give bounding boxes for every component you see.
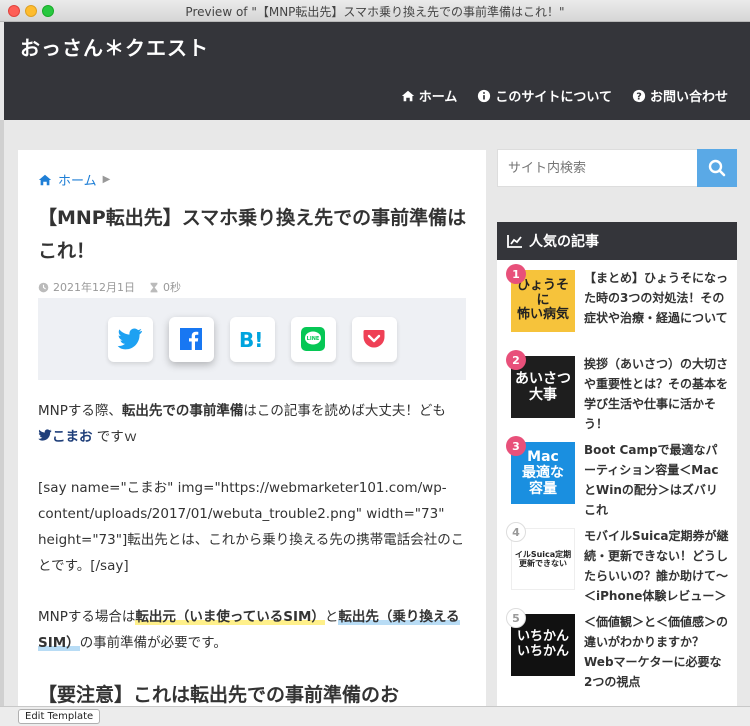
post-title: ＜価値観＞と＜価値感＞の違いがわかりますか？Webマーケターに必要な2つの視点: [584, 615, 729, 689]
question-icon: ?: [632, 89, 646, 102]
svg-text:LINE: LINE: [307, 336, 320, 342]
svg-text:B!: B!: [239, 329, 263, 349]
breadcrumb: ホーム ▶: [38, 170, 110, 189]
post-date-text: 2021年12月1日: [53, 281, 135, 294]
breadcrumb-home-link[interactable]: ホーム: [58, 170, 97, 189]
search-input[interactable]: [498, 150, 697, 186]
share-hatena-button[interactable]: B!: [229, 316, 275, 362]
thumbnail-text: ひょうそに 怖い病気: [516, 277, 569, 323]
share-line-button[interactable]: LINE: [290, 316, 336, 362]
facebook-icon: [180, 328, 202, 350]
pocket-icon: [363, 330, 385, 348]
read-time: 0秒: [149, 279, 181, 295]
site-title[interactable]: おっさん＊クエスト: [20, 32, 209, 61]
popular-posts-widget: 人気の記事 1 ひょうそに 怖い病気 【まとめ】ひょうそになった時の3つの対処法…: [497, 222, 737, 706]
page-content: ホーム ▶ 【MNP転出先】スマホ乗り換え先での事前準備はこれ！ 2021年12…: [0, 120, 750, 706]
article-meta: 2021年12月1日 0秒: [38, 279, 181, 295]
thumbnail-text: Mac 最適な 容量: [522, 448, 564, 498]
post-title: Boot Campで最適なパーティション容量＜MacとWinの配分＞はズバリこれ: [584, 443, 719, 517]
nav-home-label: ホーム: [418, 90, 458, 105]
main-article: ホーム ▶ 【MNP転出先】スマホ乗り換え先での事前準備はこれ！ 2021年12…: [18, 150, 486, 706]
read-time-text: 0秒: [163, 281, 181, 294]
paragraph-intro: MNPする際、転出先での事前準備はこの記事を読めば大丈夫！ども こまお ですｗ: [38, 398, 468, 450]
nav-contact[interactable]: ? お問い合わせ: [632, 86, 728, 105]
window-titlebar: Preview of "【MNP転出先】スマホ乗り換え先での事前準備はこれ！": [0, 0, 750, 22]
global-nav: ホーム このサイトについて ? お問い合わせ: [401, 86, 728, 105]
section-heading: 【要注意】これは転出先での事前準備のお: [38, 684, 400, 706]
line-icon: LINE: [301, 327, 325, 351]
rank-badge: 4: [506, 522, 526, 542]
nav-about-label: このサイトについて: [495, 90, 612, 105]
clock-icon: [38, 282, 49, 292]
share-buttons: B! LINE: [38, 298, 466, 380]
intro-text-a: MNPする際、: [38, 403, 122, 419]
mnp-highlight-source: 転出元（いま使っているSIM）: [135, 609, 325, 625]
twitter-profile-link[interactable]: こまお: [52, 429, 93, 445]
rank-badge: 5: [506, 608, 526, 628]
nav-contact-label: お問い合わせ: [649, 90, 728, 105]
search-icon: [708, 159, 726, 177]
popular-post-3[interactable]: 3 Mac 最適な 容量 Boot Campで最適なパーティション容量＜Macと…: [497, 432, 737, 518]
twitter-icon: [38, 429, 52, 441]
share-twitter-button[interactable]: [107, 316, 153, 362]
post-date: 2021年12月1日: [38, 279, 135, 295]
home-icon: [401, 90, 414, 101]
hourglass-icon: [150, 282, 158, 292]
nav-home[interactable]: ホーム: [401, 86, 458, 105]
nav-about[interactable]: このサイトについて: [477, 86, 612, 105]
article-body: MNPする際、転出先での事前準備はこの記事を読めば大丈夫！ども こまお ですｗ …: [38, 398, 468, 681]
twitter-icon: [117, 328, 142, 350]
share-pocket-button[interactable]: [351, 316, 397, 362]
svg-text:?: ?: [636, 91, 642, 102]
thumbnail-text: あいさつ 大事: [515, 370, 571, 403]
site-header: おっさん＊クエスト ホーム このサイトについて ? お問い合わせ: [4, 22, 750, 120]
rank-badge: 1: [506, 264, 526, 284]
share-facebook-button[interactable]: [168, 316, 214, 362]
sidebar-search: [497, 149, 737, 187]
info-icon: [478, 89, 491, 102]
edit-template-button[interactable]: Edit Template: [18, 709, 101, 724]
article-title: 【MNP転出先】スマホ乗り換え先での事前準備はこれ！: [38, 207, 467, 262]
thumbnail-text: いちかん いちかん: [516, 629, 569, 659]
mnp-text-b: と: [324, 609, 339, 625]
mnp-text-a: MNPする場合は: [38, 609, 136, 625]
thumbnail-text: イルSuica定期 更新できない: [514, 549, 572, 568]
post-title: 挨拶（あいさつ）の大切さや重要性とは？その基本を学び生活や仕事に活かそう！: [584, 357, 729, 431]
rank-badge: 3: [506, 436, 526, 456]
left-edge: [0, 120, 4, 706]
mnp-text-c: の事前準備が必要です。: [79, 635, 227, 651]
paragraph-mnp: MNPする場合は転出元（いま使っているSIM）と転出先（乗り換えるSIM）の事前…: [38, 604, 468, 656]
rank-badge: 2: [506, 350, 526, 370]
post-title: 【まとめ】ひょうそになった時の3つの対処法！その症状や治療・経過について: [584, 271, 729, 325]
chart-line-icon: [507, 235, 522, 248]
intro-text-b: はこの記事を読めば大丈夫！ども: [243, 403, 446, 419]
hatena-bookmark-icon: B!: [239, 329, 263, 349]
popular-post-5[interactable]: 5 いちかん いちかん ＜価値観＞と＜価値感＞の違いがわかりますか？Webマーケ…: [497, 604, 737, 690]
popular-post-1[interactable]: 1 ひょうそに 怖い病気 【まとめ】ひょうそになった時の3つの対処法！その症状や…: [497, 260, 737, 346]
preview-bottom-bar: Edit Template: [0, 706, 750, 726]
home-icon: [38, 174, 52, 185]
chevron-right-icon: ▶: [102, 174, 111, 185]
paragraph-say-shortcode: [say name="こまお" img="https://webmarketer…: [38, 480, 465, 574]
intro-bold: 転出先での事前準備: [121, 403, 244, 419]
popular-posts-header: 人気の記事: [497, 222, 737, 260]
post-title: モバイルSuica定期券が継続・更新できない！どうしたらいいの？誰か助けて〜＜i…: [584, 529, 729, 603]
popular-post-4[interactable]: 4 イルSuica定期 更新できない モバイルSuica定期券が継続・更新できな…: [497, 518, 737, 604]
popular-posts-title: 人気の記事: [529, 234, 599, 250]
popular-post-2[interactable]: 2 あいさつ 大事 挨拶（あいさつ）の大切さや重要性とは？その基本を学び生活や仕…: [497, 346, 737, 432]
window-title: Preview of "【MNP転出先】スマホ乗り換え先での事前準備はこれ！": [185, 5, 565, 19]
intro-text-c: ですｗ: [92, 429, 138, 445]
search-button[interactable]: [697, 149, 737, 187]
